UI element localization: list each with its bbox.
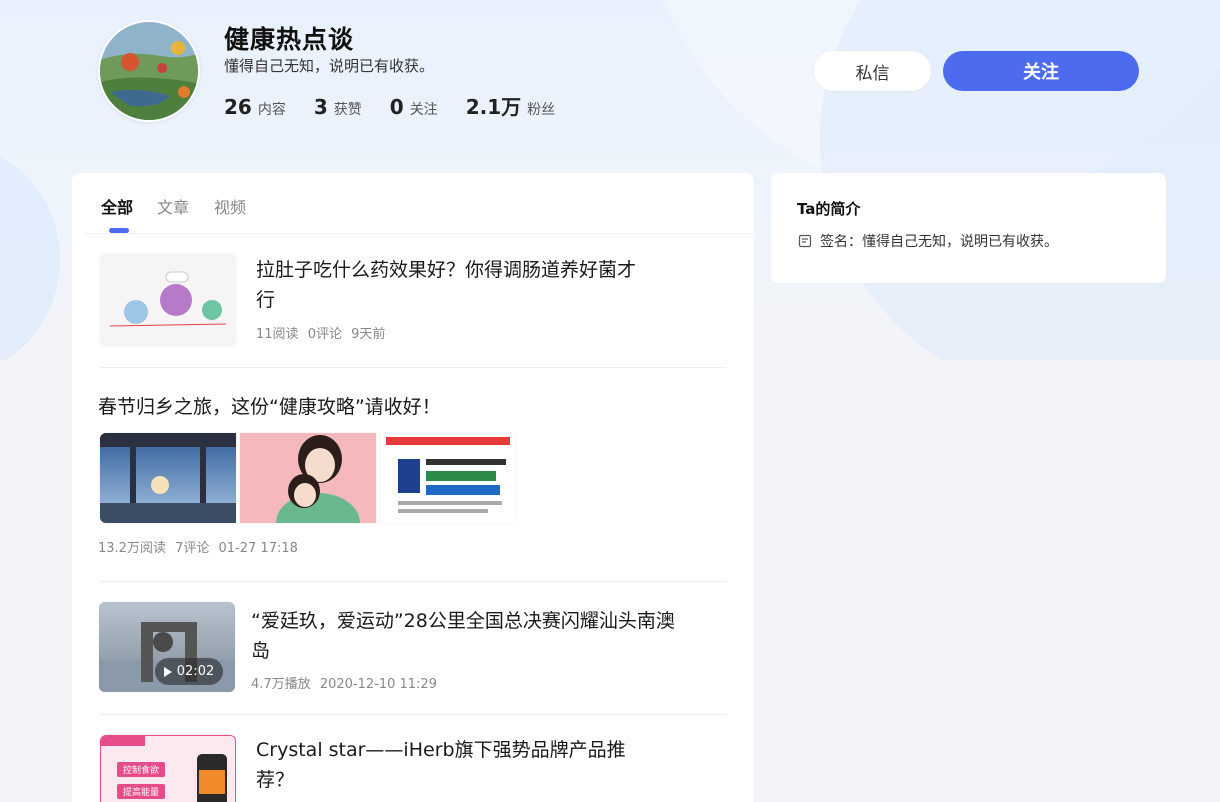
play-icon bbox=[163, 666, 172, 677]
intro-title: Ta的简介 bbox=[797, 200, 861, 218]
stat-label: 粉丝 bbox=[527, 102, 556, 118]
article-thumbnail[interactable]: 控制食欲 提高能量 bbox=[100, 735, 236, 802]
publish-time: 9天前 bbox=[351, 327, 386, 342]
stat-label: 内容 bbox=[257, 102, 286, 118]
decor-circle bbox=[0, 140, 60, 360]
item-divider bbox=[100, 367, 726, 368]
publish-time: 2020-12-10 11:29 bbox=[319, 677, 437, 692]
comment-count: 0评论 bbox=[307, 327, 342, 342]
profile-bio: 懂得自己无知，说明已有收获。 bbox=[224, 57, 435, 75]
profile-intro-card: Ta的简介 签名：懂得自己无知，说明已有收获。 bbox=[771, 173, 1166, 283]
stat-number: 26 bbox=[224, 95, 252, 119]
read-count: 11阅读 bbox=[256, 327, 299, 342]
stat-label: 获赞 bbox=[333, 102, 362, 118]
message-button[interactable]: 私信 bbox=[814, 51, 931, 91]
intro-signature: 签名：懂得自己无知，说明已有收获。 bbox=[798, 231, 1058, 251]
title-line: 拉肚子吃什么药效果好？你得调肠道养好菌才 bbox=[256, 259, 637, 281]
stat-number: 3 bbox=[313, 95, 328, 119]
stat-following[interactable]: 0 关注 bbox=[390, 95, 438, 119]
video-duration: 02:02 bbox=[176, 664, 215, 679]
thumbnail-tag: 控制食欲 bbox=[117, 762, 166, 777]
item-divider bbox=[100, 581, 726, 582]
article-title[interactable]: 拉肚子吃什么药效果好？你得调肠道养好菌才 行 bbox=[256, 255, 676, 315]
article-thumbnail[interactable] bbox=[100, 254, 236, 346]
play-count: 4.7万播放 bbox=[251, 677, 311, 692]
tabs-divider bbox=[85, 233, 754, 234]
profile-name: 健康热点谈 bbox=[224, 25, 355, 54]
stat-label: 关注 bbox=[409, 102, 438, 118]
tab-videos[interactable]: 视频 bbox=[214, 194, 246, 218]
profile-stats: 26 内容 3 获赞 0 关注 2.1万 粉丝 bbox=[224, 91, 583, 120]
comment-count: 7评论 bbox=[175, 541, 210, 556]
video-title[interactable]: “爱廷玖，爱运动”28公里全国总决赛闪耀汕头南澳 岛 bbox=[251, 606, 731, 666]
content-feed-card: 全部 文章 视频 拉肚子吃什么药效果好？你得调肠道养好菌才 行 11阅读 0评论… bbox=[72, 173, 754, 802]
article-image[interactable] bbox=[240, 433, 376, 523]
article-title[interactable]: Crystal star——iHerb旗下强势品牌产品推 荐？ bbox=[256, 735, 676, 795]
article-title[interactable]: 春节归乡之旅，这份“健康攻略”请收好！ bbox=[98, 392, 718, 422]
publish-time: 01-27 17:18 bbox=[218, 541, 298, 556]
article-image[interactable] bbox=[100, 433, 236, 523]
stat-number: 0 bbox=[389, 95, 404, 119]
title-line: 行 bbox=[256, 289, 276, 311]
follow-button[interactable]: 关注 bbox=[943, 51, 1139, 91]
read-count: 13.2万阅读 bbox=[98, 541, 166, 556]
title-line: “爱廷玖，爱运动”28公里全国总决赛闪耀汕头南澳 bbox=[251, 610, 675, 632]
stat-number: 2.1万 bbox=[465, 95, 522, 119]
title-line: 岛 bbox=[251, 640, 271, 662]
tab-articles[interactable]: 文章 bbox=[157, 194, 189, 218]
document-icon bbox=[798, 234, 812, 248]
article-meta: 11阅读 0评论 9天前 bbox=[256, 323, 390, 342]
title-line: Crystal star——iHerb旗下强势品牌产品推 bbox=[256, 739, 626, 761]
content-tabs: 全部 文章 视频 bbox=[72, 173, 754, 234]
tab-all[interactable]: 全部 bbox=[101, 194, 133, 218]
article-meta: 13.2万阅读 7评论 01-27 17:18 bbox=[98, 537, 303, 556]
thumbnail-tag: 提高能量 bbox=[117, 784, 166, 799]
video-meta: 4.7万播放 2020-12-10 11:29 bbox=[251, 673, 442, 692]
stat-content: 26 内容 bbox=[224, 95, 286, 119]
article-image[interactable] bbox=[380, 433, 516, 523]
avatar[interactable] bbox=[98, 20, 200, 122]
video-thumbnail[interactable]: 02:02 bbox=[99, 602, 235, 692]
item-divider bbox=[100, 714, 726, 715]
signature-text: 签名：懂得自己无知，说明已有收获。 bbox=[820, 234, 1058, 250]
video-duration-badge: 02:02 bbox=[155, 658, 223, 685]
stat-followers[interactable]: 2.1万 粉丝 bbox=[466, 91, 555, 120]
title-line: 荐？ bbox=[256, 769, 295, 791]
stat-likes: 3 获赞 bbox=[314, 95, 362, 119]
